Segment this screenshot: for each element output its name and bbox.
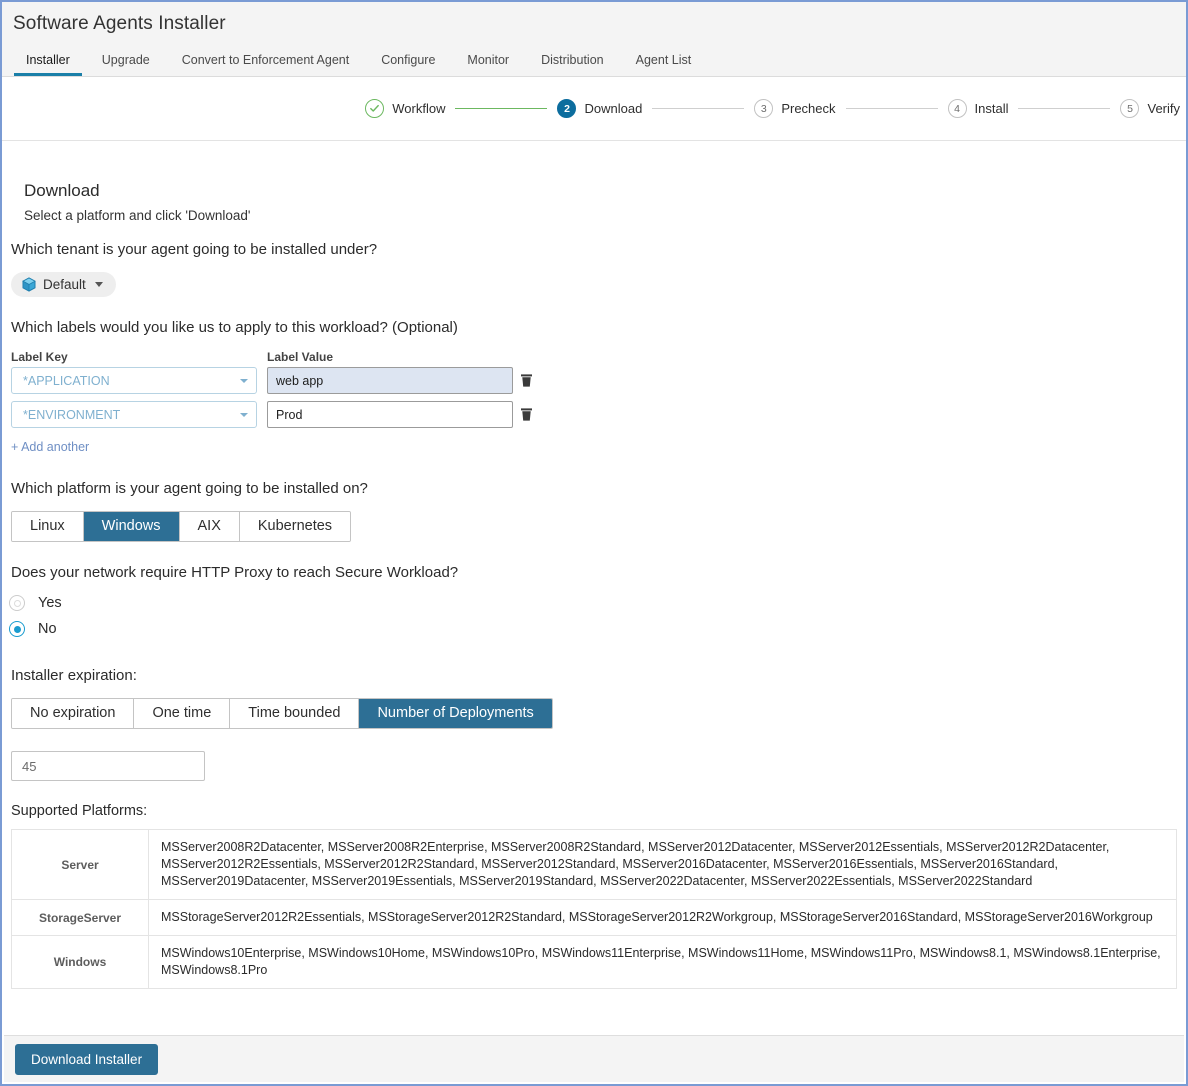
deployment-count-input[interactable] [11, 751, 205, 781]
expiration-option-time-bounded[interactable]: Time bounded [230, 699, 360, 728]
trash-icon [521, 408, 532, 421]
tab-distribution[interactable]: Distribution [525, 43, 620, 76]
platform-category-cell: StorageServer [11, 899, 149, 936]
label-key-header: Label Key [11, 350, 68, 364]
tenant-value: Default [43, 277, 86, 292]
step-verify[interactable]: 5 Verify [1120, 99, 1180, 118]
download-panel: Download Select a platform and click 'Do… [2, 141, 1186, 989]
label-value-input[interactable] [267, 401, 513, 428]
proxy-radio-no[interactable]: No [9, 621, 1186, 637]
label-key-value: *ENVIRONMENT [23, 407, 121, 422]
step-connector [1018, 108, 1111, 109]
wizard-stepper: Workflow 2 Download 3 Precheck 4 Install 5 Verif… [2, 77, 1186, 141]
platform-list-cell: MSStorageServer2012R2Essentials, MSStora… [148, 899, 1177, 936]
label-row: *APPLICATION [11, 367, 1186, 394]
tenant-cube-icon [22, 277, 36, 292]
installer-expiration-label: Installer expiration: [11, 667, 137, 684]
chevron-down-icon [240, 412, 248, 417]
step-label: Install [974, 101, 1009, 116]
step-label: Verify [1147, 101, 1180, 116]
expiration-option-one-time[interactable]: One time [134, 699, 231, 728]
platform-list-cell: MSWindows10Enterprise, MSWindows10Home, … [148, 935, 1177, 989]
main-tabbar: Installer Upgrade Convert to Enforcement A… [2, 43, 1186, 76]
step-number: 5 [1120, 99, 1140, 118]
expiration-segmented-control: No expiration One time Time bounded Number … [11, 698, 553, 729]
labels-block: Label Key Label Value *APPLICATION *ENVIR… [11, 350, 1186, 428]
app-header: Software Agents Installer Installer Upgra… [2, 2, 1186, 77]
step-check-icon [365, 99, 385, 118]
chevron-down-icon [94, 282, 103, 287]
page-title: Software Agents Installer [13, 13, 226, 34]
proxy-radio-yes[interactable]: Yes [9, 595, 1186, 611]
platform-question: Which platform is your agent going to be… [11, 480, 368, 497]
platform-option-linux[interactable]: Linux [12, 512, 84, 541]
download-installer-button[interactable]: Download Installer [15, 1043, 159, 1075]
step-download[interactable]: 2 Download [557, 99, 642, 118]
label-key-select[interactable]: *APPLICATION [11, 367, 257, 394]
label-row: *ENVIRONMENT [11, 401, 1186, 428]
step-number: 3 [754, 99, 774, 118]
step-number: 2 [557, 99, 577, 118]
delete-label-button[interactable] [513, 373, 533, 388]
label-rows-container: *APPLICATION *ENVIRONMENT [11, 367, 1186, 428]
platform-option-windows[interactable]: Windows [83, 512, 180, 541]
trash-icon [521, 374, 532, 387]
step-label: Precheck [781, 101, 836, 116]
labels-question: Which labels would you like us to apply … [11, 319, 458, 336]
label-key-value: *APPLICATION [23, 373, 110, 388]
installer-window: Software Agents Installer Installer Upgra… [0, 0, 1188, 1086]
step-precheck[interactable]: 3 Precheck [754, 99, 836, 118]
tab-upgrade[interactable]: Upgrade [86, 43, 166, 76]
platform-category-cell: Server [11, 829, 149, 900]
tenant-question: Which tenant is your agent going to be i… [11, 241, 378, 258]
step-connector [652, 108, 745, 109]
tab-configure[interactable]: Configure [365, 43, 451, 76]
platform-segmented-control: Linux Windows AIX Kubernetes [11, 511, 352, 542]
step-label: Workflow [392, 101, 446, 116]
download-heading: Download [24, 181, 100, 200]
proxy-question: Does your network require HTTP Proxy to … [11, 564, 459, 581]
platform-option-kubernetes[interactable]: Kubernetes [239, 512, 351, 541]
supported-platforms-table: Server MSServer2008R2Datacenter, MSServer… [11, 829, 1177, 989]
step-connector [845, 108, 938, 109]
labels-header-row: Label Key Label Value [11, 350, 1186, 364]
add-another-label-link[interactable]: + Add another [11, 440, 89, 454]
step-connector [455, 108, 548, 109]
label-value-header: Label Value [267, 350, 334, 364]
platform-list-cell: MSServer2008R2Datacenter, MSServer2008R2… [148, 829, 1177, 900]
label-value-input[interactable] [267, 367, 513, 394]
tab-monitor[interactable]: Monitor [451, 43, 525, 76]
step-install[interactable]: 4 Install [947, 99, 1009, 118]
tenant-selector[interactable]: Default [11, 272, 116, 297]
step-workflow[interactable]: Workflow [365, 99, 445, 118]
step-number: 4 [947, 99, 967, 118]
radio-button[interactable] [9, 595, 25, 611]
label-key-select[interactable]: *ENVIRONMENT [11, 401, 257, 428]
expiration-option-no-expiration[interactable]: No expiration [12, 699, 135, 728]
table-row: StorageServer MSStorageServer2012R2Essent… [11, 899, 1177, 936]
radio-label: No [38, 621, 57, 637]
chevron-down-icon [240, 378, 248, 383]
platform-option-aix[interactable]: AIX [179, 512, 240, 541]
step-label: Download [584, 101, 643, 116]
platform-category-cell: Windows [11, 935, 149, 989]
download-subheading: Select a platform and click 'Download' [24, 208, 251, 223]
table-row: Windows MSWindows10Enterprise, MSWindows1… [11, 935, 1177, 989]
delete-label-button[interactable] [513, 407, 533, 422]
tab-convert-to-enforcement-agent[interactable]: Convert to Enforcement Agent [166, 43, 365, 76]
radio-button[interactable] [9, 621, 25, 637]
supported-platforms-title: Supported Platforms: [11, 803, 148, 819]
expiration-option-number-of-deployments[interactable]: Number of Deployments [359, 699, 552, 728]
tab-installer[interactable]: Installer [10, 43, 86, 76]
footer-bar: Download Installer [4, 1035, 1184, 1082]
table-row: Server MSServer2008R2Datacenter, MSServer… [11, 829, 1177, 900]
tab-agent-list[interactable]: Agent List [620, 43, 708, 76]
stepper-track: Workflow 2 Download 3 Precheck 4 Install 5 Verif… [365, 99, 1180, 118]
radio-label: Yes [38, 595, 62, 611]
proxy-radio-group: Yes No [9, 595, 1186, 637]
